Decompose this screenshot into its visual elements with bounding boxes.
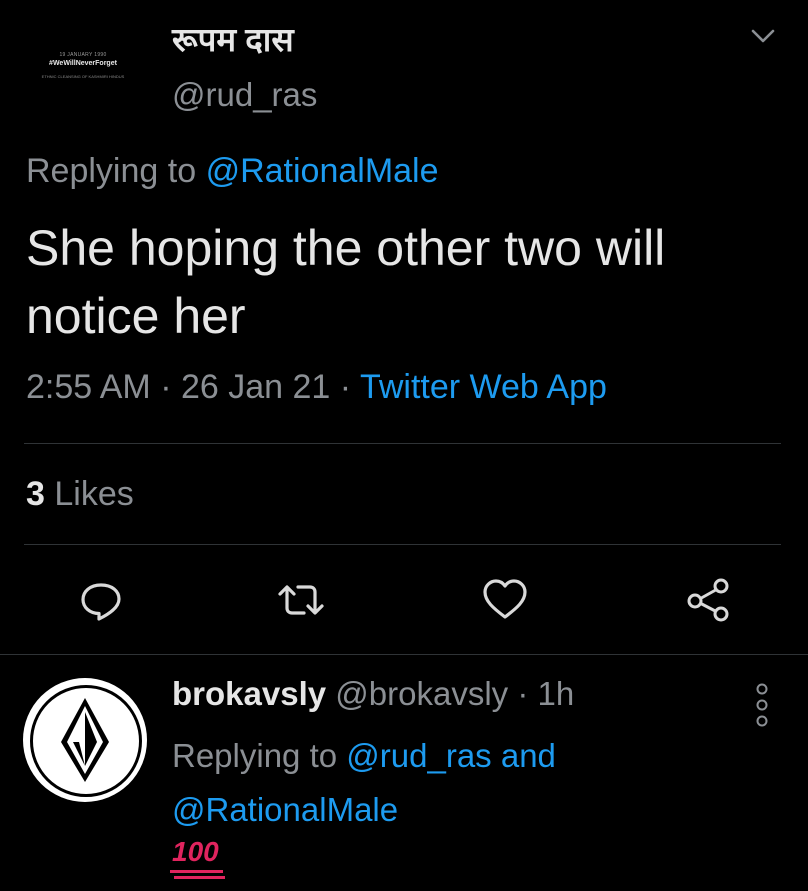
tweet-time: 2:55 AM (26, 368, 151, 406)
replying-label: Replying to (26, 152, 197, 190)
replying-label: Replying to (172, 737, 338, 774)
tweet-date: 26 Jan 21 (180, 368, 331, 406)
likes-label: Likes (54, 475, 134, 513)
tweet-meta: 2:55 AM · 26 Jan 21 · Twitter Web App (26, 368, 607, 407)
share-button[interactable] (684, 575, 734, 625)
likes-count: 3 (26, 475, 45, 513)
chevron-down-icon[interactable] (748, 22, 778, 50)
divider (0, 654, 808, 655)
emoji-underline (170, 870, 223, 873)
more-options-icon[interactable] (754, 682, 770, 732)
reply-author-handle[interactable]: @brokavsly (335, 675, 508, 712)
likes-count-link[interactable]: 3 Likes (26, 475, 134, 514)
replying-to-link[interactable]: @rud_ras (346, 737, 491, 774)
like-button[interactable] (480, 575, 530, 625)
replying-to-link[interactable]: @RationalMale (206, 152, 439, 190)
divider (24, 544, 781, 545)
reply-avatar[interactable] (23, 678, 147, 802)
avatar-text-hashtag: #WeWillNeverForget (49, 60, 117, 67)
tweet-source-link[interactable]: Twitter Web App (360, 368, 607, 406)
author-avatar[interactable]: 19 JANUARY 1990 #WeWillNeverForget ETHNI… (22, 22, 144, 144)
replying-and: and (500, 737, 556, 774)
retweet-icon (278, 585, 324, 615)
meta-separator: · (160, 368, 172, 406)
meta-separator: · (339, 368, 352, 406)
avatar-text-date: 19 JANUARY 1990 (59, 52, 107, 58)
hundred-points-text: 100 (172, 836, 219, 867)
reply-replying-to: Replying to @rud_ras and @RationalMale (172, 729, 772, 837)
share-icon (687, 578, 729, 622)
replying-to-link[interactable]: @RationalMale (172, 791, 398, 828)
reply-separator: · (517, 675, 529, 712)
replying-to-line: Replying to @RationalMale (26, 152, 439, 191)
volcom-logo-icon (61, 698, 109, 782)
reply-header: brokavsly @brokavsly · 1h (172, 675, 574, 713)
like-icon (483, 579, 527, 619)
emoji-underline (174, 876, 225, 879)
author-handle[interactable]: @rud_ras (172, 76, 317, 114)
retweet-button[interactable] (276, 575, 326, 625)
divider (24, 443, 781, 444)
reply-icon (81, 583, 121, 621)
avatar-text-caption: ETHNIC CLEANSING OF KASHMIRI HINDUS (41, 74, 125, 79)
reply-age: 1h (537, 675, 575, 712)
author-name[interactable]: रूपम दास (172, 16, 294, 61)
tweet-text: She hoping the other two will notice her (26, 220, 666, 344)
reply-author-name[interactable]: brokavsly (172, 675, 326, 712)
reply-button[interactable] (76, 575, 126, 625)
hundred-points-icon: 100 (170, 836, 225, 879)
